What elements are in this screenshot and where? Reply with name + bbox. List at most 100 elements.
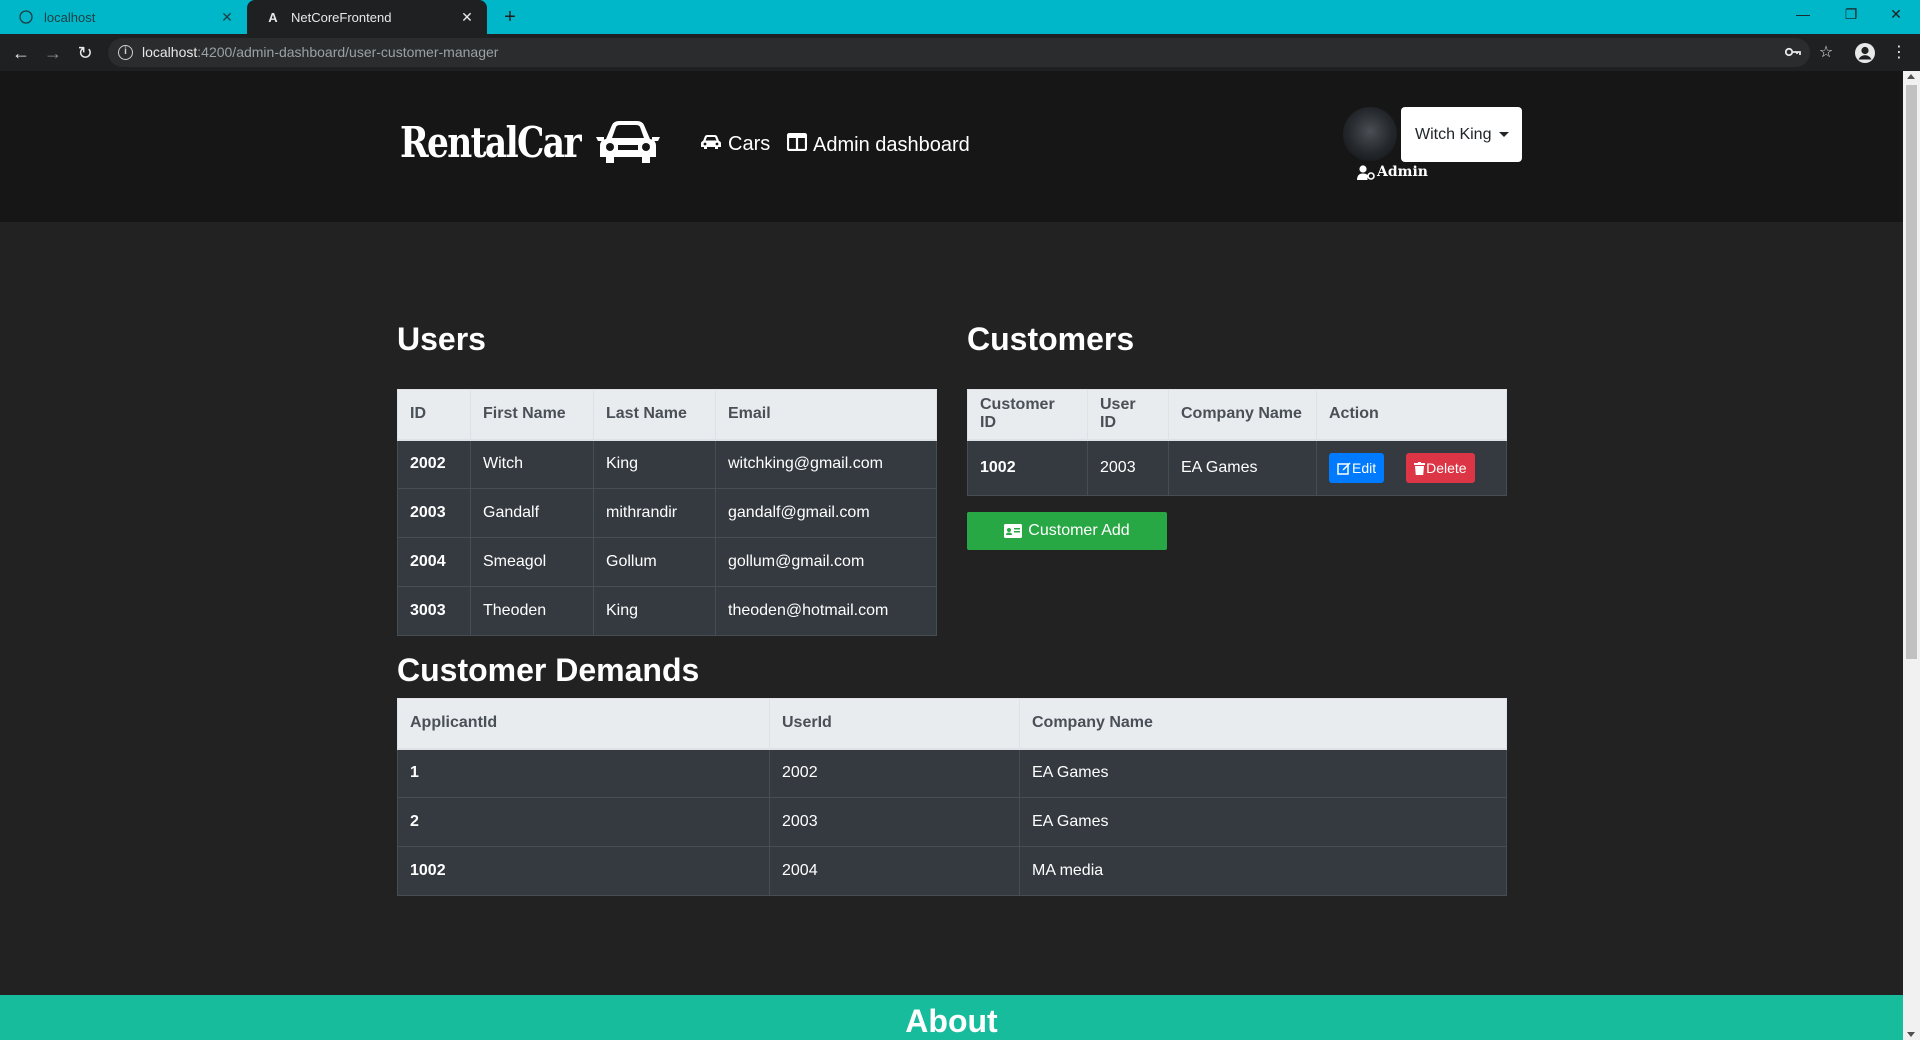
nav-link-cars[interactable]: Cars	[700, 133, 770, 156]
about-heading: About	[905, 1003, 998, 1039]
restore-icon[interactable]: ❐	[1828, 0, 1874, 30]
user-email-cell: gollum@gmail.com	[715, 537, 937, 587]
new-tab-plus-icon[interactable]: +	[498, 6, 522, 28]
column-header-first-name: First Name	[470, 389, 594, 441]
page-viewport: RentalCar Cars Admin dashboard Witch Kin…	[0, 71, 1903, 1040]
users-table: ID First Name Last Name Email 2002 Witch…	[397, 389, 937, 636]
user-email-cell: witchking@gmail.com	[715, 439, 937, 489]
customer-company-cell: EA Games	[1168, 439, 1317, 496]
scrollbar-thumb[interactable]	[1906, 85, 1917, 659]
columns-icon	[786, 132, 808, 157]
table-header-row: Customer ID User ID Company Name Action	[967, 389, 1507, 441]
url-input[interactable]: i localhost:4200/admin-dashboard/user-cu…	[108, 38, 1810, 67]
star-bookmark-icon[interactable]: ☆	[1815, 42, 1837, 64]
table-row: 1002 2004 MA media	[397, 846, 1507, 896]
scroll-up-arrow-icon[interactable]	[1907, 74, 1915, 79]
table-row: 1 2002 EA Games	[397, 748, 1507, 798]
site-navbar: RentalCar Cars Admin dashboard Witch Kin…	[0, 71, 1903, 222]
applicant-id-cell: 1	[397, 748, 770, 798]
column-header-user-id: User ID	[1087, 389, 1169, 441]
demand-user-id-cell: 2003	[769, 797, 1020, 847]
user-first-name-cell: Witch	[470, 439, 594, 489]
car-icon	[595, 121, 660, 163]
applicant-id-cell: 1002	[397, 846, 770, 896]
browser-tab-localhost[interactable]: localhost ✕	[0, 0, 247, 34]
user-name: Witch King	[1415, 125, 1492, 143]
more-menu-icon[interactable]: ⋮	[1888, 42, 1910, 64]
customer-demands-table: ApplicantId UserId Company Name 1 2002 E…	[397, 698, 1507, 896]
tab-title: localhost	[44, 9, 96, 25]
logo-text: RentalCar	[400, 117, 582, 167]
key-icon[interactable]	[1782, 42, 1804, 64]
user-last-name-cell: King	[593, 586, 716, 636]
demand-company-cell: EA Games	[1019, 748, 1507, 798]
site-info-icon[interactable]: i	[118, 45, 133, 60]
customer-add-button[interactable]: Customer Add	[967, 512, 1167, 550]
footer: About	[0, 995, 1903, 1040]
users-heading: Users	[397, 321, 486, 357]
delete-button[interactable]: Delete	[1406, 453, 1475, 483]
reload-icon[interactable]: ↻	[73, 41, 97, 65]
table-row: 2 2003 EA Games	[397, 797, 1507, 847]
angular-icon: A	[268, 9, 278, 25]
car-icon	[700, 133, 722, 156]
user-dropdown-button[interactable]: Witch King	[1401, 107, 1522, 162]
minimize-icon[interactable]: —	[1780, 0, 1826, 30]
column-header-email: Email	[715, 389, 937, 441]
demand-company-cell: EA Games	[1019, 797, 1507, 847]
url-text: localhost:4200/admin-dashboard/user-cust…	[142, 44, 499, 60]
profile-icon[interactable]	[1854, 42, 1876, 64]
column-header-company-name: Company Name	[1019, 698, 1507, 750]
nav-link-admin-dashboard-label: Admin dashboard	[813, 133, 970, 156]
column-header-userid: UserId	[769, 698, 1020, 750]
delete-label: Delete	[1426, 460, 1467, 476]
user-email-cell: gandalf@gmail.com	[715, 488, 937, 538]
table-row: 3003 Theoden King theoden@hotmail.com	[397, 586, 937, 636]
back-arrow-icon[interactable]: ←	[9, 41, 33, 65]
nav-link-admin-dashboard[interactable]: Admin dashboard	[786, 132, 970, 157]
column-header-action: Action	[1316, 389, 1507, 441]
edit-button[interactable]: Edit	[1329, 452, 1385, 483]
column-header-company-name: Company Name	[1168, 389, 1317, 441]
table-header-row: ID First Name Last Name Email	[397, 389, 937, 441]
user-id-cell: 3003	[397, 586, 471, 636]
close-icon[interactable]: ✕	[215, 9, 239, 26]
user-cog-icon	[1357, 164, 1375, 180]
close-icon[interactable]: ✕	[455, 9, 479, 26]
column-header-applicant-id: ApplicantId	[397, 698, 770, 750]
user-last-name-cell: Gollum	[593, 537, 716, 587]
caret-down-icon	[1499, 132, 1510, 137]
edit-icon	[1337, 462, 1351, 475]
customer-action-cell: Edit Delete	[1316, 439, 1507, 496]
applicant-id-cell: 2	[397, 797, 770, 847]
close-window-icon[interactable]: ✕	[1873, 0, 1919, 30]
browser-tab-netcorefrontend[interactable]: A NetCoreFrontend ✕	[247, 0, 487, 34]
table-row: 1002 2003 EA Games Edit Delete	[967, 439, 1507, 496]
avatar[interactable]	[1343, 107, 1397, 161]
nav-link-cars-label: Cars	[728, 133, 771, 155]
tab-title: NetCoreFrontend	[291, 9, 392, 25]
user-id-cell: 2004	[397, 537, 471, 587]
user-last-name-cell: King	[593, 439, 716, 489]
user-id-cell: 2003	[397, 488, 471, 538]
globe-icon	[18, 9, 34, 25]
page-scrollbar[interactable]	[1903, 71, 1920, 1040]
user-first-name-cell: Gandalf	[470, 488, 594, 538]
user-email-cell: theoden@hotmail.com	[715, 586, 937, 636]
browser-address-bar: ← → ↻ i localhost:4200/admin-dashboard/u…	[0, 34, 1920, 71]
demand-company-cell: MA media	[1019, 846, 1507, 896]
id-card-icon	[1004, 524, 1023, 538]
forward-arrow-icon[interactable]: →	[41, 41, 65, 65]
browser-tabbar: localhost ✕ A NetCoreFrontend ✕ + — ❐ ✕	[0, 0, 1920, 34]
demand-user-id-cell: 2004	[769, 846, 1020, 896]
user-id-cell: 2002	[397, 439, 471, 489]
scroll-down-arrow-icon[interactable]	[1907, 1032, 1915, 1037]
column-header-id: ID	[397, 389, 471, 441]
user-last-name-cell: mithrandir	[593, 488, 716, 538]
customer-demands-heading: Customer Demands	[397, 652, 700, 688]
table-row: 2004 Smeagol Gollum gollum@gmail.com	[397, 537, 937, 587]
user-role: Admin	[1357, 164, 1428, 180]
column-header-last-name: Last Name	[593, 389, 716, 441]
rentalcar-logo[interactable]: RentalCar	[400, 117, 660, 167]
customer-user-id-cell: 2003	[1087, 439, 1169, 496]
